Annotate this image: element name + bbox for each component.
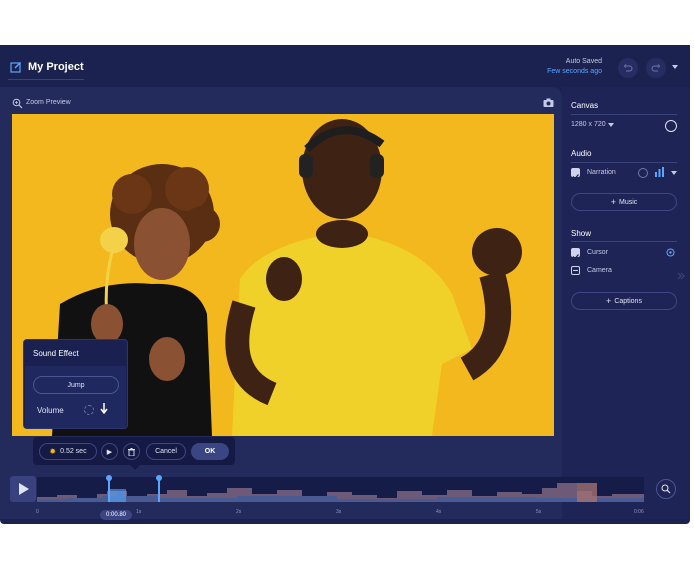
timeline-tick-label: 5s bbox=[536, 509, 542, 515]
camera-icon[interactable] bbox=[543, 98, 554, 108]
playhead-handle[interactable] bbox=[106, 475, 112, 481]
narration-checkbox[interactable] bbox=[571, 168, 580, 180]
clip-toolbar: ✹ 0.52 sec ▶ Cancel OK bbox=[33, 437, 235, 465]
autosave-label: Auto Saved bbox=[565, 58, 602, 65]
timeline-tick-label: 3s bbox=[336, 509, 342, 515]
timeline-tick-label: 4s bbox=[436, 509, 442, 515]
canvas-divider bbox=[571, 114, 677, 115]
play-clip-button[interactable]: ▶ bbox=[101, 443, 118, 460]
collapse-sidebar-icon[interactable] bbox=[677, 272, 685, 280]
timeline-zoom-button[interactable] bbox=[656, 479, 676, 499]
current-time-badge: 0:00.80 bbox=[100, 510, 132, 520]
plus-icon: + bbox=[606, 296, 612, 306]
arrow-down-icon[interactable] bbox=[100, 403, 108, 414]
zoom-preview-label[interactable]: Zoom Preview bbox=[26, 99, 71, 106]
resolution-select[interactable]: 1280 x 720 bbox=[571, 121, 606, 128]
add-captions-button[interactable]: + Captions bbox=[571, 292, 677, 310]
timeline-tick-label: 2s bbox=[236, 509, 242, 515]
timeline-start-label: 0 bbox=[36, 509, 39, 515]
cursor-checkbox[interactable] bbox=[571, 248, 580, 260]
jump-button[interactable]: Jump bbox=[33, 376, 119, 394]
undo-button[interactable] bbox=[618, 58, 638, 78]
timeline-track[interactable] bbox=[37, 475, 644, 502]
show-section-title: Show bbox=[571, 229, 592, 238]
toolbar-pointer bbox=[130, 465, 140, 470]
audio-section-title: Audio bbox=[571, 149, 592, 158]
check-icon bbox=[572, 254, 579, 260]
add-music-button[interactable]: + Music bbox=[571, 193, 677, 211]
chevron-down-icon[interactable] bbox=[672, 65, 678, 69]
header-bar: My Project Auto Saved Few seconds ago bbox=[0, 45, 690, 87]
selected-clip-region[interactable] bbox=[108, 489, 126, 502]
title-underline bbox=[8, 79, 84, 80]
captions-button-label: Captions bbox=[614, 297, 642, 305]
camera-label: Camera bbox=[587, 267, 612, 274]
plus-icon: + bbox=[610, 197, 616, 207]
minus-icon bbox=[573, 270, 578, 271]
trash-icon bbox=[128, 447, 135, 456]
audio-divider bbox=[571, 162, 677, 163]
camera-checkbox[interactable] bbox=[571, 266, 580, 275]
delete-button[interactable] bbox=[123, 443, 140, 460]
sun-icon: ✹ bbox=[49, 447, 57, 456]
play-icon: ▶ bbox=[106, 448, 113, 456]
chevron-down-icon[interactable] bbox=[671, 171, 677, 175]
cancel-button[interactable]: Cancel bbox=[146, 443, 186, 460]
background-color-toggle[interactable] bbox=[665, 120, 677, 132]
show-divider bbox=[571, 241, 677, 242]
undo-icon bbox=[623, 64, 633, 72]
cursor-label: Cursor bbox=[587, 249, 609, 256]
volume-knob-icon[interactable] bbox=[84, 405, 94, 415]
check-icon bbox=[572, 174, 579, 180]
sound-effect-popup: Sound Effect Jump Volume bbox=[23, 339, 128, 429]
chevron-down-icon[interactable] bbox=[608, 123, 614, 127]
search-icon bbox=[661, 484, 671, 494]
cursor-settings-icon[interactable] bbox=[666, 248, 675, 257]
redo-icon bbox=[651, 64, 661, 72]
volume-label: Volume bbox=[37, 406, 64, 415]
duration-value: 0.52 sec bbox=[60, 448, 87, 455]
play-button[interactable] bbox=[10, 476, 36, 502]
timeline-tick-label: 1s bbox=[136, 509, 142, 515]
autosave-status: Auto Saved Few seconds ago bbox=[547, 57, 602, 77]
narration-label: Narration bbox=[587, 169, 616, 176]
sound-effect-title: Sound Effect bbox=[33, 349, 79, 358]
timeline-end-label: 0:06 bbox=[634, 509, 644, 515]
duration-pill[interactable]: ✹ 0.52 sec bbox=[39, 443, 97, 460]
ok-button[interactable]: OK bbox=[191, 443, 229, 460]
edit-icon[interactable] bbox=[10, 61, 22, 73]
sound-effect-handle[interactable] bbox=[156, 475, 162, 481]
play-icon bbox=[19, 483, 29, 495]
redo-button[interactable] bbox=[646, 58, 666, 78]
zoom-icon[interactable] bbox=[12, 98, 23, 109]
project-title[interactable]: My Project bbox=[28, 61, 84, 73]
info-icon[interactable] bbox=[638, 168, 648, 178]
canvas-section-title: Canvas bbox=[571, 101, 599, 110]
audio-waveform bbox=[37, 483, 644, 502]
autosave-time: Few seconds ago bbox=[547, 68, 602, 75]
music-button-label: Music bbox=[618, 198, 638, 206]
audio-levels-icon[interactable] bbox=[655, 167, 664, 177]
